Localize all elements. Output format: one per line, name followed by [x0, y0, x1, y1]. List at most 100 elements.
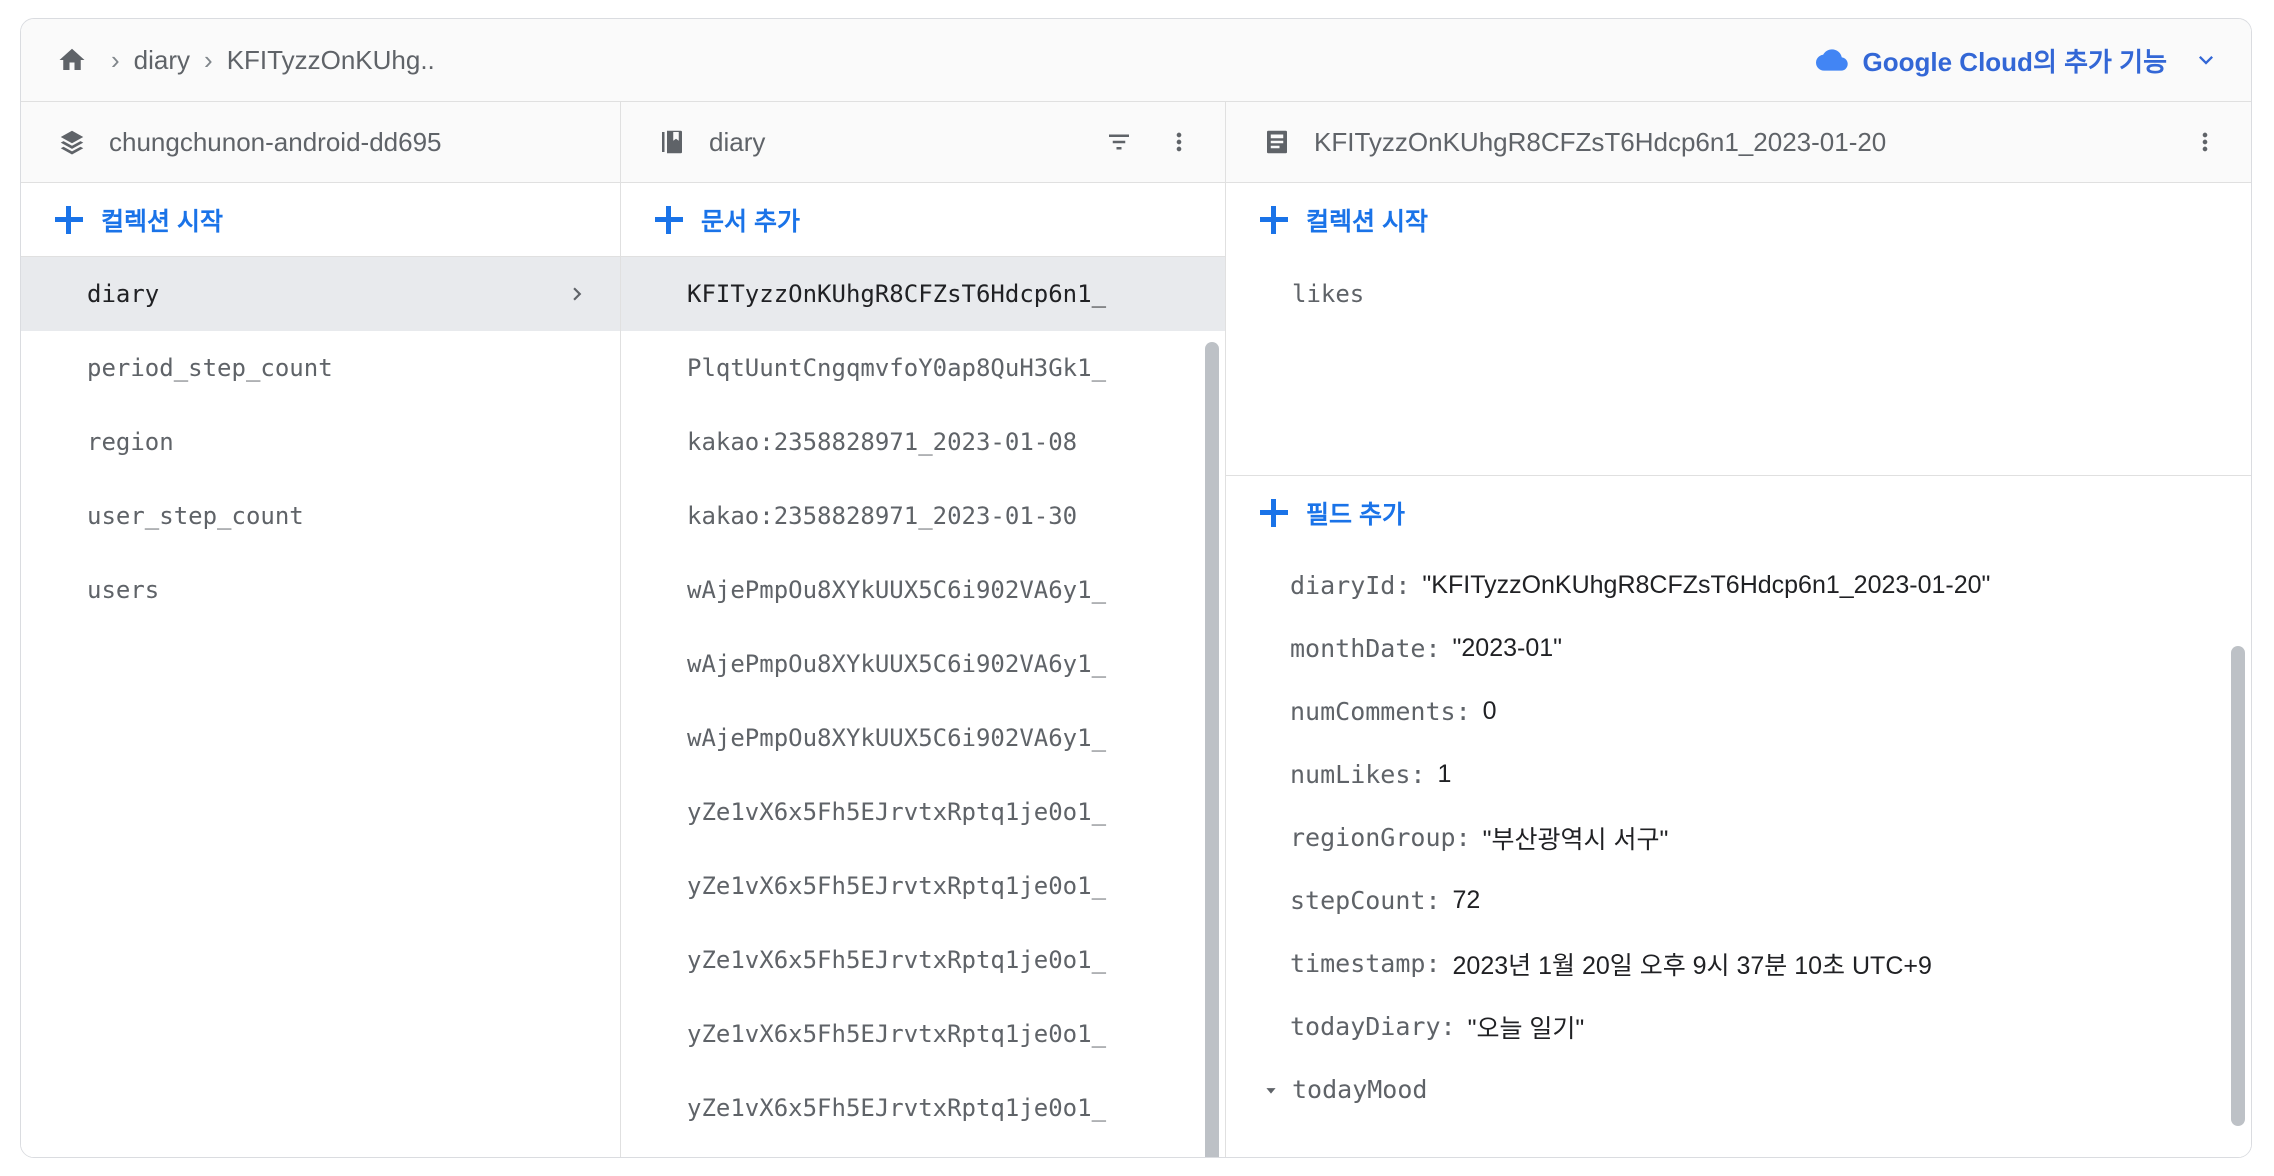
collection-name: period_step_count — [87, 354, 333, 382]
collection-name: region — [87, 428, 174, 456]
breadcrumb-item-document[interactable]: KFITyzzOnKUhg.. — [227, 45, 435, 76]
field-row[interactable]: diaryId: "KFITyzzOnKUhgR8CFZsT6Hdcp6n1_2… — [1226, 554, 2251, 617]
add-field-button[interactable]: 필드 추가 — [1226, 476, 2251, 550]
database-name: chungchunon-android-dd695 — [109, 126, 442, 157]
list-item[interactable]: likes — [1226, 257, 2251, 331]
document-list: KFITyzzOnKUhgR8CFZsT6Hdcp6n1_ PlqtUuntCn… — [621, 257, 1225, 1157]
field-key: timestamp — [1290, 949, 1426, 978]
field-key: numLikes — [1290, 760, 1411, 789]
start-collection-label: 컬렉션 시작 — [101, 207, 223, 236]
breadcrumb-bar: › diary › KFITyzzOnKUhg.. Google Cloud의 … — [21, 19, 2251, 102]
console-card: › diary › KFITyzzOnKUhg.. Google Cloud의 … — [20, 18, 2252, 1158]
field-key: diaryId — [1290, 571, 1396, 600]
field-key: numComments — [1290, 697, 1456, 726]
plus-icon — [1260, 499, 1288, 527]
collection-name: user_step_count — [87, 502, 304, 530]
collection-name: diary — [87, 280, 160, 308]
google-cloud-more-features-button[interactable]: Google Cloud의 추가 기능 — [1815, 42, 2221, 79]
chevron-down-icon[interactable] — [2191, 45, 2221, 75]
plus-icon — [55, 205, 83, 234]
subcollection-list: likes — [1226, 257, 2251, 331]
fields-scrollbar[interactable] — [2231, 646, 2245, 1126]
field-row[interactable]: stepCount: 72 — [1226, 869, 2251, 932]
field-row[interactable]: monthDate: "2023-01" — [1226, 617, 2251, 680]
field-value: "KFITyzzOnKUhgR8CFZsT6Hdcp6n1_2023-01-20… — [1422, 571, 1991, 599]
list-item[interactable]: yZe1vX6x5Fh5EJrvtxRptq1je0o1_ — [621, 997, 1225, 1071]
document-icon — [1260, 125, 1294, 159]
field-row[interactable]: regionGroup: "부산광역시 서구" — [1226, 806, 2251, 869]
list-item[interactable]: yZe1vX6x5Fh5EJrvtxRptq1je0o1_ — [621, 923, 1225, 997]
list-item[interactable]: yZe1vX6x5Fh5EJrvtxRptq1je0o1_ — [621, 1145, 1225, 1157]
list-item[interactable]: period_step_count — [21, 331, 620, 405]
field-list: diaryId: "KFITyzzOnKUhgR8CFZsT6Hdcp6n1_2… — [1226, 550, 2251, 1121]
document-id: KFITyzzOnKUhgR8CFZsT6Hdcp6n1_ — [687, 280, 1107, 308]
field-value: "2023-01" — [1452, 634, 1563, 662]
add-document-button[interactable]: 문서 추가 — [621, 183, 1225, 257]
field-value: 2023년 1월 20일 오후 9시 37분 10초 UTC+9 — [1452, 951, 1932, 980]
collection-panel: diary 문서 추가 KFITyzzOnKUhgR8CFZsT6Hdcp6n1… — [621, 102, 1226, 1157]
field-value: "오늘 일기" — [1467, 1014, 1585, 1043]
cloud-icon — [1815, 43, 1849, 77]
field-value: 1 — [1437, 760, 1452, 788]
list-item[interactable]: diary — [21, 257, 620, 331]
field-value: 0 — [1482, 697, 1497, 725]
breadcrumb-item-diary[interactable]: diary — [134, 45, 190, 76]
start-subcollection-button[interactable]: 컬렉션 시작 — [1226, 183, 2251, 257]
field-row[interactable]: numComments: 0 — [1226, 680, 2251, 743]
more-vert-icon[interactable] — [2185, 122, 2225, 162]
filter-icon[interactable] — [1099, 122, 1139, 162]
plus-icon — [1260, 206, 1288, 234]
field-row[interactable]: timestamp: 2023년 1월 20일 오후 9시 37분 10초 UT… — [1226, 932, 2251, 995]
list-item[interactable]: users — [21, 553, 620, 627]
document-panel-header: KFITyzzOnKUhgR8CFZsT6Hdcp6n1_2023-01-20 — [1226, 102, 2251, 183]
list-item[interactable]: wAjePmpOu8XYkUUX5C6i902VA6y1_ — [621, 701, 1225, 775]
document-id: yZe1vX6x5Fh5EJrvtxRptq1je0o1_ — [687, 872, 1107, 900]
collection-panel-header: diary — [621, 102, 1225, 183]
panels-container: chungchunon-android-dd695 컬렉션 시작 diary p… — [21, 102, 2251, 1157]
field-key: todayDiary — [1290, 1012, 1441, 1041]
document-id: wAjePmpOu8XYkUUX5C6i902VA6y1_ — [687, 650, 1107, 678]
document-id: kakao:2358828971_2023-01-30 — [687, 502, 1078, 530]
document-id: yZe1vX6x5Fh5EJrvtxRptq1je0o1_ — [687, 1094, 1107, 1122]
field-key: regionGroup — [1290, 823, 1456, 852]
list-item[interactable]: wAjePmpOu8XYkUUX5C6i902VA6y1_ — [621, 553, 1225, 627]
database-panel-header: chungchunon-android-dd695 — [21, 102, 620, 183]
google-cloud-label: Google Cloud의 추가 기능 — [1862, 46, 2167, 77]
fields-section: 필드 추가 diaryId: "KFITyzzOnKUhgR8CFZsT6Hdc… — [1226, 476, 2251, 1157]
collection-list: diary period_step_count region user_step… — [21, 257, 620, 627]
list-item[interactable]: yZe1vX6x5Fh5EJrvtxRptq1je0o1_ — [621, 775, 1225, 849]
document-id: yZe1vX6x5Fh5EJrvtxRptq1je0o1_ — [687, 798, 1107, 826]
start-subcollection-label: 컬렉션 시작 — [1306, 208, 1428, 236]
list-item[interactable]: kakao:2358828971_2023-01-08 — [621, 405, 1225, 479]
triangle-down-icon[interactable] — [1254, 1079, 1288, 1101]
field-row[interactable]: numLikes: 1 — [1226, 743, 2251, 806]
home-icon[interactable] — [55, 43, 89, 77]
subcollection-name: likes — [1292, 280, 1365, 308]
plus-icon — [655, 205, 683, 234]
list-item[interactable]: wAjePmpOu8XYkUUX5C6i902VA6y1_ — [621, 627, 1225, 701]
field-key: todayMood — [1292, 1075, 1428, 1104]
list-item[interactable]: yZe1vX6x5Fh5EJrvtxRptq1je0o1_ — [621, 1071, 1225, 1145]
start-collection-button[interactable]: 컬렉션 시작 — [21, 183, 620, 257]
field-row[interactable]: todayMood — [1226, 1058, 2251, 1121]
list-item[interactable]: KFITyzzOnKUhgR8CFZsT6Hdcp6n1_ — [621, 257, 1225, 331]
document-id: kakao:2358828971_2023-01-08 — [687, 428, 1078, 456]
breadcrumb-separator-1: › — [111, 45, 120, 75]
list-item[interactable]: region — [21, 405, 620, 479]
field-value: "부산광역시 서구" — [1482, 825, 1669, 854]
document-id: wAjePmpOu8XYkUUX5C6i902VA6y1_ — [687, 724, 1107, 752]
list-item[interactable]: user_step_count — [21, 479, 620, 553]
subcollections-section: 컬렉션 시작 likes — [1226, 183, 2251, 476]
document-id-title: KFITyzzOnKUhgR8CFZsT6Hdcp6n1_2023-01-20 — [1314, 126, 1887, 157]
more-vert-icon[interactable] — [1159, 122, 1199, 162]
list-item[interactable]: yZe1vX6x5Fh5EJrvtxRptq1je0o1_ — [621, 849, 1225, 923]
list-item[interactable]: kakao:2358828971_2023-01-30 — [621, 479, 1225, 553]
breadcrumb: › diary › KFITyzzOnKUhg.. — [55, 43, 1815, 77]
field-row[interactable]: todayDiary: "오늘 일기" — [1226, 995, 2251, 1058]
list-item[interactable]: PlqtUuntCngqmvfoY0ap8QuH3Gk1_ — [621, 331, 1225, 405]
collection-name-title: diary — [709, 126, 766, 157]
firestore-console: › diary › KFITyzzOnKUhg.. Google Cloud의 … — [0, 0, 2274, 1176]
document-list-scrollbar[interactable] — [1205, 342, 1219, 1157]
document-id: yZe1vX6x5Fh5EJrvtxRptq1je0o1_ — [687, 1020, 1107, 1048]
document-id: PlqtUuntCngqmvfoY0ap8QuH3Gk1_ — [687, 354, 1107, 382]
